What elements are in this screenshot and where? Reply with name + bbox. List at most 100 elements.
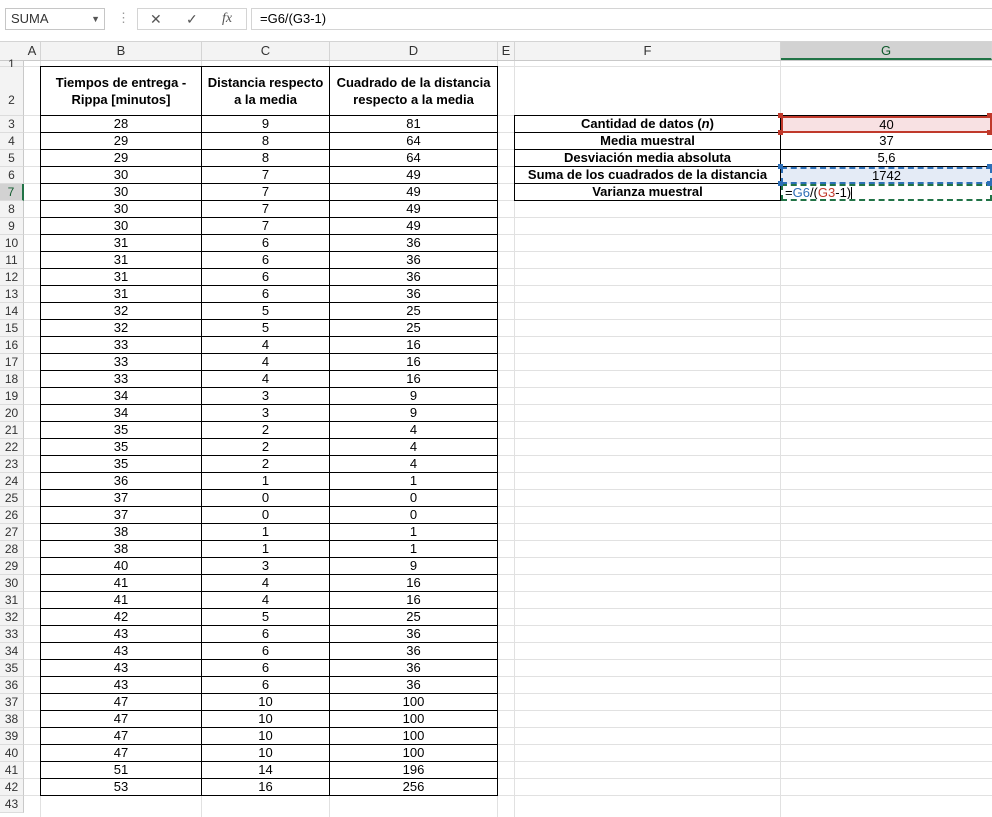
chevron-down-icon[interactable]: ▼	[91, 9, 100, 29]
table-cell[interactable]: 16	[330, 354, 498, 371]
table-cell[interactable]: 51	[41, 762, 202, 779]
table-cell[interactable]: 4	[202, 354, 330, 371]
row-header-24[interactable]: 24	[0, 473, 24, 490]
row-header-23[interactable]: 23	[0, 456, 24, 473]
row-header-32[interactable]: 32	[0, 609, 24, 626]
summary-label[interactable]: Suma de los cuadrados de la distancia	[515, 167, 781, 184]
summary-value[interactable]: 40	[781, 116, 992, 133]
table-cell[interactable]: 30	[41, 167, 202, 184]
table-cell[interactable]: 6	[202, 252, 330, 269]
row-header-16[interactable]: 16	[0, 337, 24, 354]
table-cell[interactable]: 5	[202, 320, 330, 337]
row-header-28[interactable]: 28	[0, 541, 24, 558]
table-cell[interactable]: 7	[202, 218, 330, 235]
table-cell[interactable]: 6	[202, 235, 330, 252]
table-cell[interactable]: 16	[330, 371, 498, 388]
table-cell[interactable]: 6	[202, 286, 330, 303]
column-header-e[interactable]: E	[498, 42, 515, 60]
range-handle[interactable]	[987, 181, 992, 186]
table-cell[interactable]: 1	[202, 524, 330, 541]
row-header-19[interactable]: 19	[0, 388, 24, 405]
row-header-39[interactable]: 39	[0, 728, 24, 745]
table-cell[interactable]: 29	[41, 150, 202, 167]
table-cell[interactable]: 9	[330, 388, 498, 405]
table-cell[interactable]: 6	[202, 269, 330, 286]
table-header-cell[interactable]: Distancia respecto a la media	[202, 67, 330, 116]
table-cell[interactable]: 36	[330, 235, 498, 252]
table-cell[interactable]: 36	[330, 626, 498, 643]
enter-icon[interactable]: ✓	[186, 11, 198, 28]
row-header-17[interactable]: 17	[0, 354, 24, 371]
table-cell[interactable]: 7	[202, 167, 330, 184]
column-header-a[interactable]: A	[24, 42, 41, 60]
row-header-2[interactable]: 2	[0, 67, 24, 116]
table-cell[interactable]: 8	[202, 150, 330, 167]
table-cell[interactable]: 25	[330, 609, 498, 626]
table-cell[interactable]: 14	[202, 762, 330, 779]
row-header-31[interactable]: 31	[0, 592, 24, 609]
table-cell[interactable]: 32	[41, 320, 202, 337]
column-header-b[interactable]: B	[41, 42, 202, 60]
drag-handle-icon[interactable]: ⋮	[117, 10, 130, 26]
table-cell[interactable]: 5	[202, 609, 330, 626]
table-cell[interactable]: 37	[41, 490, 202, 507]
name-box[interactable]: SUMA ▼	[5, 8, 105, 30]
row-header-43[interactable]: 43	[0, 796, 24, 813]
table-cell[interactable]: 34	[41, 405, 202, 422]
cancel-icon[interactable]: ✕	[150, 11, 162, 28]
table-cell[interactable]: 30	[41, 218, 202, 235]
table-cell[interactable]: 10	[202, 694, 330, 711]
table-cell[interactable]: 33	[41, 337, 202, 354]
table-cell[interactable]: 53	[41, 779, 202, 796]
table-cell[interactable]: 28	[41, 116, 202, 133]
table-cell[interactable]: 1	[202, 541, 330, 558]
column-header-c[interactable]: C	[202, 42, 330, 60]
table-cell[interactable]: 9	[330, 558, 498, 575]
table-cell[interactable]: 9	[330, 405, 498, 422]
table-cell[interactable]: 6	[202, 677, 330, 694]
table-cell[interactable]: 4	[202, 575, 330, 592]
row-header-13[interactable]: 13	[0, 286, 24, 303]
table-cell[interactable]: 7	[202, 184, 330, 201]
range-handle[interactable]	[987, 113, 992, 118]
table-cell[interactable]: 6	[202, 626, 330, 643]
row-header-4[interactable]: 4	[0, 133, 24, 150]
table-cell[interactable]: 100	[330, 711, 498, 728]
table-cell[interactable]: 32	[41, 303, 202, 320]
row-header-35[interactable]: 35	[0, 660, 24, 677]
row-header-9[interactable]: 9	[0, 218, 24, 235]
row-header-26[interactable]: 26	[0, 507, 24, 524]
table-cell[interactable]: 4	[202, 371, 330, 388]
table-cell[interactable]: 34	[41, 388, 202, 405]
table-cell[interactable]: 35	[41, 422, 202, 439]
table-cell[interactable]: 36	[330, 286, 498, 303]
table-cell[interactable]: 16	[330, 337, 498, 354]
table-cell[interactable]: 0	[330, 490, 498, 507]
row-header-29[interactable]: 29	[0, 558, 24, 575]
table-cell[interactable]: 41	[41, 592, 202, 609]
summary-value[interactable]: 5,6	[781, 150, 992, 167]
range-handle[interactable]	[778, 164, 783, 169]
row-header-20[interactable]: 20	[0, 405, 24, 422]
row-header-15[interactable]: 15	[0, 320, 24, 337]
table-cell[interactable]: 4	[330, 422, 498, 439]
table-cell[interactable]: 64	[330, 150, 498, 167]
table-cell[interactable]: 35	[41, 456, 202, 473]
table-cell[interactable]: 1	[330, 473, 498, 490]
row-header-38[interactable]: 38	[0, 711, 24, 728]
table-cell[interactable]: 43	[41, 677, 202, 694]
range-handle[interactable]	[987, 164, 992, 169]
table-cell[interactable]: 25	[330, 320, 498, 337]
table-cell[interactable]: 43	[41, 643, 202, 660]
row-header-25[interactable]: 25	[0, 490, 24, 507]
table-cell[interactable]: 4	[330, 439, 498, 456]
table-cell[interactable]: 1	[202, 473, 330, 490]
summary-label[interactable]: Varianza muestral	[515, 184, 781, 201]
summary-label[interactable]: Desviación media absoluta	[515, 150, 781, 167]
table-cell[interactable]: 2	[202, 439, 330, 456]
table-cell[interactable]: 8	[202, 133, 330, 150]
table-cell[interactable]: 6	[202, 660, 330, 677]
table-cell[interactable]: 3	[202, 558, 330, 575]
table-cell[interactable]: 100	[330, 745, 498, 762]
table-cell[interactable]: 5	[202, 303, 330, 320]
